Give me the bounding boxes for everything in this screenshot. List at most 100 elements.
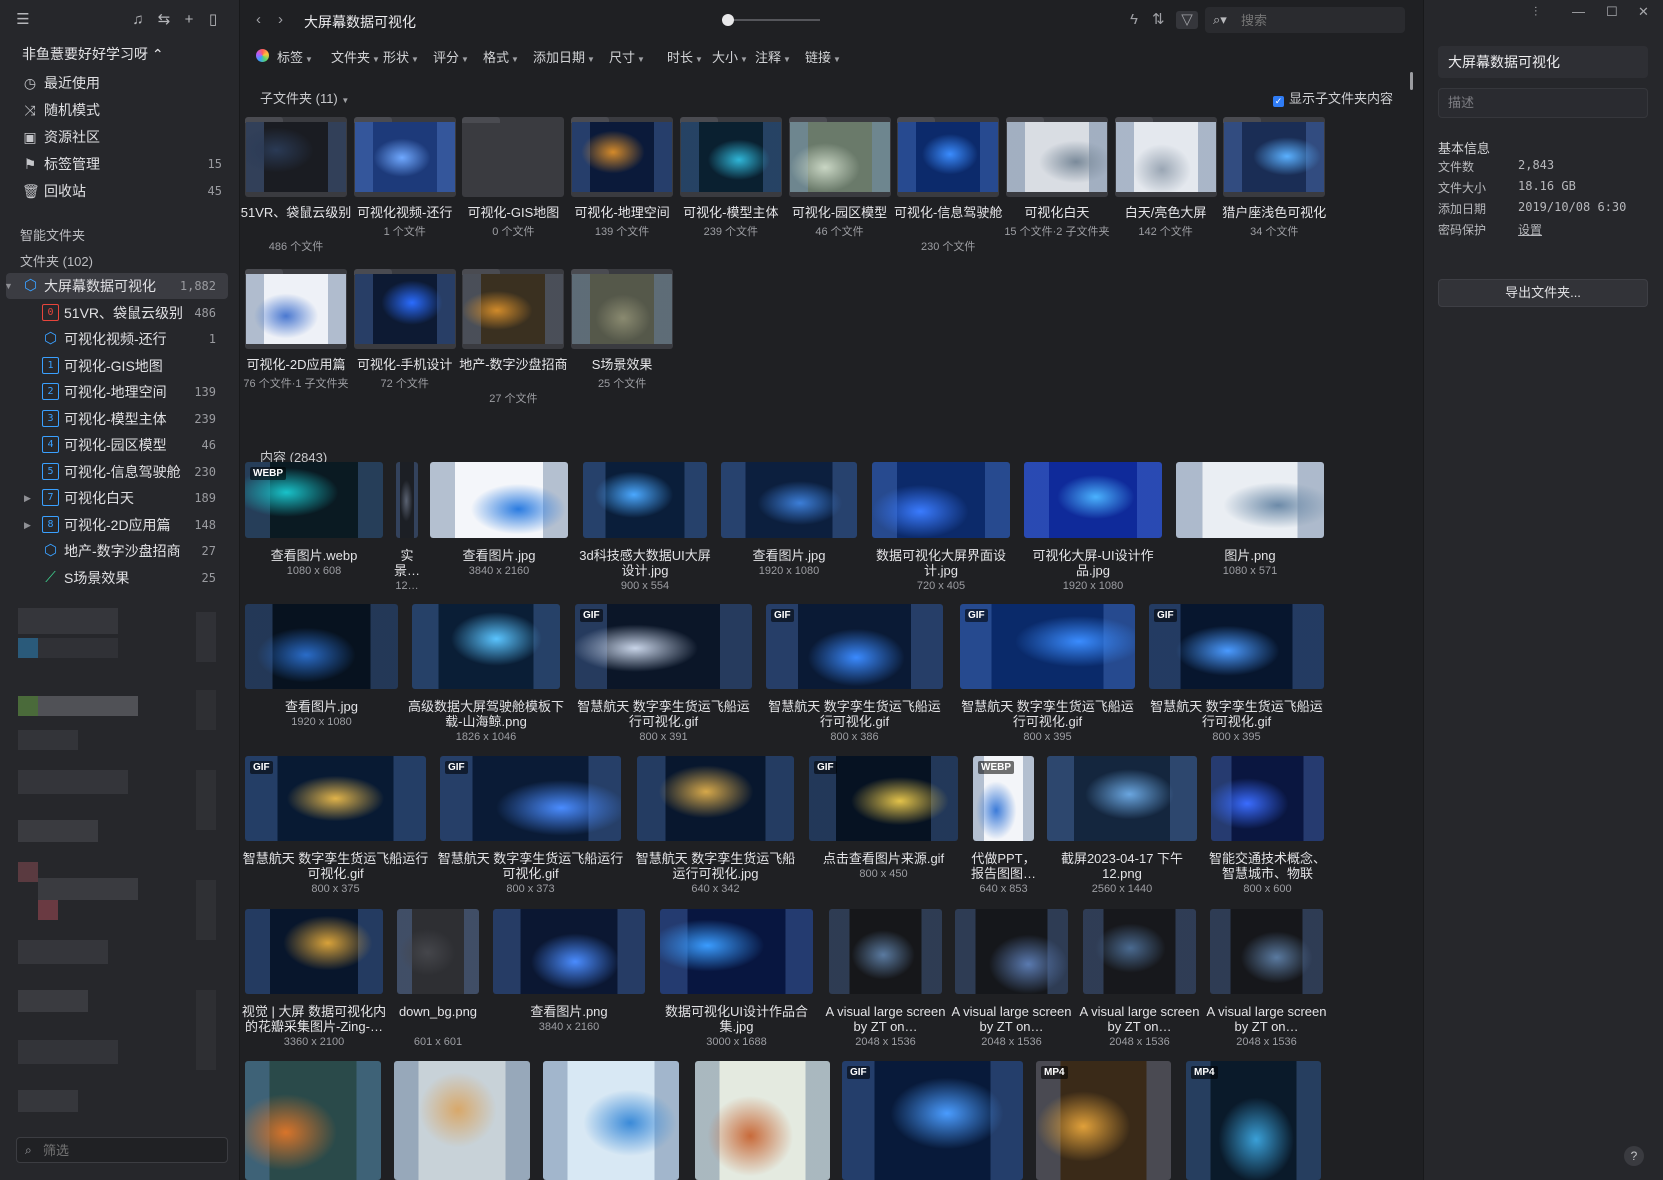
folder-tree-item[interactable]: 3 可视化-模型主体 239	[6, 406, 228, 432]
add-icon[interactable]: +	[180, 11, 198, 29]
subfolder-name: 可视化-信息驾驶舱	[894, 205, 1003, 220]
forward-icon[interactable]: ›	[278, 11, 283, 29]
folder-tree-item[interactable]: ⬡ 地产-数字沙盘招商 27	[6, 538, 228, 564]
folder-tree-item[interactable]: 0 51VR、袋鼠云级别 486	[6, 300, 228, 326]
lightning-icon[interactable]: ϟ	[1130, 11, 1138, 29]
maximize-icon[interactable]: ☐	[1606, 4, 1618, 20]
expand-caret-icon[interactable]: ▼	[4, 273, 13, 299]
password-setup-link[interactable]: 设置	[1518, 221, 1542, 238]
folder-count: 25	[201, 570, 216, 585]
folder-tree-item[interactable]: 4 可视化-园区模型 46	[6, 432, 228, 458]
nav-item[interactable]: ▣ 资源社区	[0, 124, 240, 150]
folder-tree-item[interactable]: 1 可视化-GIS地图	[6, 353, 228, 379]
checkbox-icon[interactable]: ✓	[1273, 96, 1284, 107]
filter-dropdown[interactable]: 时长 ▼	[667, 47, 703, 66]
subfolder-card[interactable]: 白天/亮色大屏 142 个文件	[1114, 117, 1217, 267]
filter-dropdown[interactable]: 文件夹 ▼	[331, 47, 380, 66]
filter-dropdown[interactable]: 格式 ▼	[483, 47, 519, 66]
export-folder-button[interactable]: 导出文件夹...	[1438, 279, 1648, 307]
info-key: 添加日期	[1438, 202, 1487, 216]
close-icon[interactable]: ✕	[1638, 4, 1649, 20]
search-box[interactable]: ⌕▾	[1205, 7, 1405, 33]
format-badge: WEBP	[250, 467, 286, 480]
show-subfolder-content-toggle[interactable]: ✓ 显示子文件夹内容	[1273, 88, 1393, 107]
content-thumbnail	[245, 1061, 381, 1180]
subfolder-meta: 46 个文件	[815, 226, 864, 238]
top-bar: ‹ › 大屏幕数据可视化 ϟ ⇅ ▽ ⌕▾	[240, 0, 1423, 40]
folder-preview-image	[354, 122, 455, 192]
folder-tree-item[interactable]: ▼ ⬡ 大屏幕数据可视化 1,882	[4, 273, 228, 299]
sidebar-filter[interactable]: ⌕	[16, 1137, 228, 1163]
nav-item[interactable]: ◷ 最近使用	[0, 70, 240, 96]
folder-count: 148	[194, 517, 216, 532]
subfolder-card[interactable]: 可视化-2D应用篇 76 个文件·1 子文件夹	[243, 269, 349, 419]
slider-knob[interactable]	[722, 14, 734, 26]
folder-name-field[interactable]: 大屏幕数据可视化	[1438, 46, 1648, 78]
folder-label: 可视化-园区模型	[64, 437, 167, 453]
filter-dropdown[interactable]: 大小 ▼	[712, 47, 748, 66]
thumbnail-size-slider[interactable]	[722, 14, 820, 26]
nav-item[interactable]: ⤨ 随机模式	[0, 97, 240, 123]
pin-icon[interactable]: ⫶	[1534, 4, 1537, 20]
subfolder-card[interactable]: 猎户座浅色可视化 34 个文件	[1222, 117, 1326, 267]
menu-icon[interactable]: ☰	[14, 11, 32, 29]
subfolder-card[interactable]: 可视化-地理空间 139 个文件	[571, 117, 674, 267]
chevron-down-icon: ▼	[341, 96, 350, 105]
description-field[interactable]: 描述	[1438, 88, 1648, 118]
filter-dropdown[interactable]: 链接 ▼	[805, 47, 841, 66]
expand-caret-icon[interactable]: ▶	[24, 512, 31, 538]
subfolders-header[interactable]: 子文件夹 (11) ▼	[260, 88, 349, 107]
folder-tree-item[interactable]: 2 可视化-地理空间 139	[6, 379, 228, 405]
filter-dropdown[interactable]: 尺寸 ▼	[609, 47, 645, 66]
filter-label: 尺寸	[609, 50, 636, 65]
subfolder-card[interactable]: 可视化-园区模型 46 个文件	[788, 117, 891, 267]
subfolder-card[interactable]: 可视化-手机设计 72 个文件	[353, 269, 456, 419]
scrollbar[interactable]	[1410, 72, 1413, 90]
subfolder-card[interactable]: 可视化视频-还行 1 个文件	[353, 117, 456, 267]
nav-item[interactable]: ⚑ 标签管理 15	[0, 151, 240, 177]
filter-dropdown[interactable]: 形状 ▼	[383, 47, 419, 66]
subfolder-card[interactable]: 可视化-信息驾驶舱 230 个文件	[894, 117, 1002, 267]
subfolder-card[interactable]: 可视化白天 15 个文件·2 子文件夹	[1004, 117, 1109, 267]
bell-icon[interactable]: ♫	[129, 11, 147, 29]
filter-dropdown[interactable]: 标签 ▼	[277, 47, 313, 66]
subfolder-card[interactable]: 可视化-GIS地图 0 个文件	[462, 117, 565, 267]
subfolder-card[interactable]: S场景效果 25 个文件	[571, 269, 674, 419]
subfolder-name: 可视化视频-还行	[357, 205, 453, 220]
nav-item-label: 回收站	[44, 183, 86, 199]
folder-tree-item[interactable]: ▶ 7 可视化白天 189	[6, 485, 228, 511]
folder-tree-item[interactable]: ⟋ S场景效果 25	[6, 565, 228, 591]
subfolder-card[interactable]: 51VR、袋鼠云级别 486 个文件	[241, 117, 351, 267]
filter-dropdown[interactable]: 添加日期 ▼	[533, 47, 595, 66]
content-dimensions: 800 x 450	[859, 868, 908, 880]
content-name: 数据可视化UI设计作品合集.jpg	[664, 1004, 808, 1034]
folder-tree-item[interactable]: ⬡ 可视化视频-还行 1	[6, 326, 228, 352]
sync-icon[interactable]: ⇆	[155, 11, 173, 29]
folders-header[interactable]: 文件夹 (102)	[20, 251, 93, 270]
filter-dropdown[interactable]: 评分 ▼	[433, 47, 469, 66]
minimize-icon[interactable]: —	[1572, 4, 1585, 19]
content-name: 智能交通技术概念、智慧城市、物联网、…	[1208, 851, 1326, 881]
folder-number-icon: 7	[42, 489, 59, 506]
folder-tree-item[interactable]: ▶ 8 可视化-2D应用篇 148	[6, 512, 228, 538]
sort-icon[interactable]: ⇅	[1152, 11, 1165, 29]
filter-dropdown[interactable]: 注释 ▼	[755, 47, 791, 66]
sidebar-filter-input[interactable]	[43, 1141, 213, 1159]
folder-tree-item[interactable]: 5 可视化-信息驾驶舱 230	[6, 459, 228, 485]
chevron-down-icon: ▼	[587, 55, 595, 64]
expand-caret-icon[interactable]: ▶	[24, 485, 31, 511]
smart-folders-header[interactable]: 智能文件夹	[20, 225, 85, 244]
content-thumbnail	[397, 909, 479, 994]
search-input[interactable]	[1241, 11, 1391, 29]
library-switcher[interactable]: 非鱼薏要好好学习呀 ⌃	[22, 44, 164, 64]
nav-item[interactable]: 🗑 回收站 45	[0, 178, 240, 204]
subfolder-card[interactable]: 地产-数字沙盘招商 27 个文件	[459, 269, 568, 419]
page-title: 大屏幕数据可视化	[304, 14, 416, 30]
panel-toggle-icon[interactable]: ▯	[204, 11, 222, 29]
format-badge: GIF	[814, 761, 837, 774]
filter-icon[interactable]: ▽	[1176, 11, 1198, 29]
help-button[interactable]: ?	[1624, 1146, 1644, 1166]
content-thumbnail: MP4	[1036, 1061, 1171, 1180]
back-icon[interactable]: ‹	[256, 11, 261, 29]
subfolder-card[interactable]: 可视化-模型主体 239 个文件	[679, 117, 782, 267]
